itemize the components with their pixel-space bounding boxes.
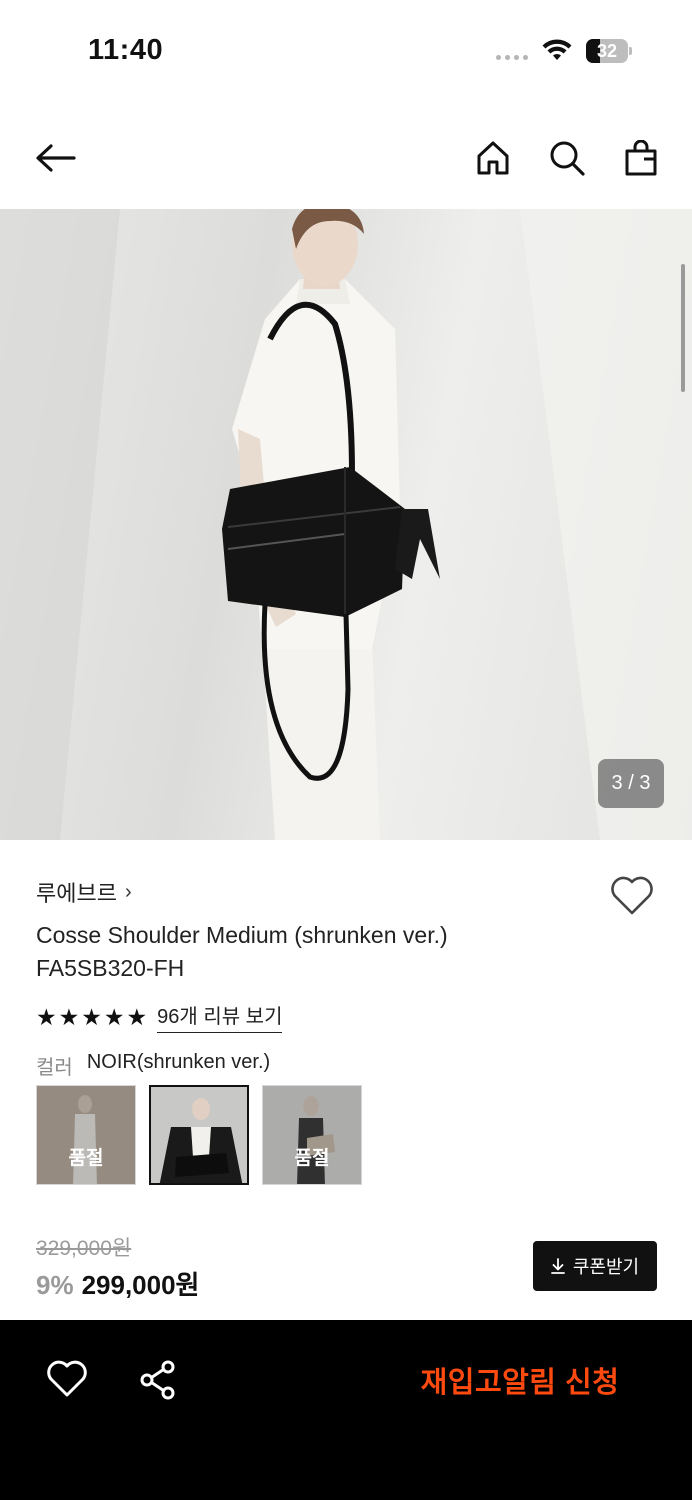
product-photo [0, 209, 692, 840]
brand-name: 루에브르 [36, 881, 117, 906]
color-value: NOIR(shrunken ver.) [86, 1051, 271, 1073]
star-icon: ★ [36, 1003, 57, 1030]
wishlist-button[interactable] [608, 874, 656, 918]
review-link[interactable]: 96개 리뷰 보기 [157, 1000, 283, 1033]
chevron-right-icon: › [124, 880, 132, 903]
star-icon: ★ [81, 1003, 102, 1030]
wifi-icon [542, 39, 572, 60]
back-button[interactable] [32, 134, 80, 182]
download-icon [550, 1258, 565, 1274]
cart-button[interactable] [617, 134, 665, 182]
heart-icon [611, 876, 653, 915]
arrow-left-icon [36, 144, 76, 172]
battery-icon: 32 [586, 39, 632, 63]
color-label: 컬러 [36, 1057, 73, 1079]
soldout-badge: 품절 [294, 1148, 330, 1169]
discount-rate: 9% [36, 1270, 74, 1300]
rating-row: ★ ★ ★ ★ ★ 96개 리뷰 보기 [36, 1000, 283, 1033]
share-icon [140, 1360, 175, 1400]
top-nav [0, 118, 692, 198]
soldout-badge: 품절 [68, 1148, 104, 1169]
heart-icon [47, 1360, 87, 1397]
share-button[interactable] [136, 1358, 180, 1402]
scrollbar[interactable] [681, 264, 685, 392]
coupon-button[interactable]: 쿠폰받기 [533, 1241, 657, 1291]
product-code: FA5SB320-FH [36, 955, 185, 981]
battery-level: 32 [596, 41, 618, 61]
product-name: Cosse Shoulder Medium (shrunken ver.) [36, 922, 448, 948]
coupon-label: 쿠폰받기 [572, 1257, 640, 1277]
current-price: 299,000원 [81, 1270, 200, 1300]
color-swatch[interactable]: 품절 [36, 1085, 136, 1185]
color-swatch-selected[interactable] [149, 1085, 249, 1185]
product-image-gallery[interactable] [0, 209, 692, 840]
status-bar: 11:40 32 [0, 0, 692, 100]
image-counter: 3 / 3 [598, 759, 664, 808]
price-row: 9% 299,000원 [36, 1265, 199, 1302]
shopping-bag-icon [625, 140, 657, 176]
star-icon: ★ [126, 1003, 148, 1030]
search-icon [550, 141, 585, 176]
bottom-action-bar [0, 1320, 692, 1500]
bottom-wishlist-button[interactable] [45, 1358, 89, 1402]
original-price: 329,000원 [36, 1237, 132, 1260]
star-icon: ★ [58, 1003, 80, 1030]
color-swatches: 품절 품절 [36, 1085, 362, 1185]
signal-dots-icon [496, 55, 528, 60]
color-row: 컬러 NOIR(shrunken ver.) [36, 1051, 270, 1080]
brand-link[interactable]: 루에브르 › [36, 876, 132, 908]
restock-alert-button[interactable]: 재입고알림 신청 [400, 1358, 640, 1402]
home-icon [477, 141, 509, 175]
search-button[interactable] [543, 134, 591, 182]
color-swatch[interactable]: 품절 [262, 1085, 362, 1185]
swatch-thumbnail [151, 1087, 247, 1183]
status-time: 11:40 [88, 34, 164, 66]
home-button[interactable] [469, 134, 517, 182]
star-icon: ★ [103, 1003, 125, 1030]
rating-stars: ★ ★ ★ ★ ★ [36, 1003, 147, 1031]
